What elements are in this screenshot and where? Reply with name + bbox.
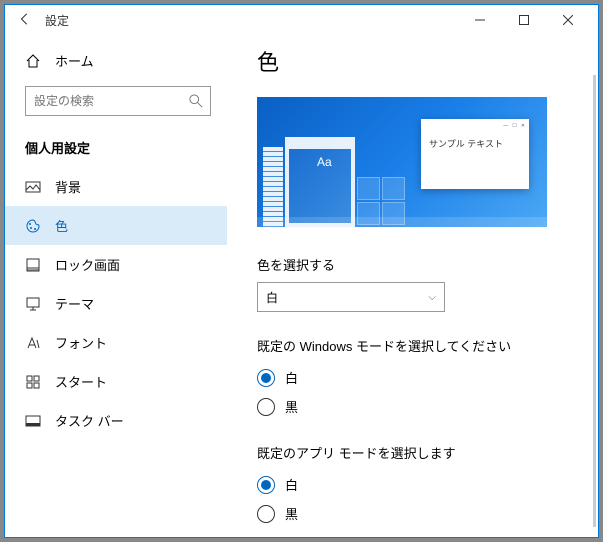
palette-icon [25,218,41,234]
radio-icon [257,398,275,416]
app-mode-dark[interactable]: 黒 [257,499,568,528]
radio-label: 白 [285,368,298,387]
sidebar-item-label: 背景 [55,177,81,196]
sidebar-item-background[interactable]: 背景 [5,167,227,206]
window-title: 設定 [45,12,69,29]
sidebar-item-label: 色 [55,216,68,235]
radio-icon [257,369,275,387]
windows-mode-label: 既定の Windows モードを選択してください [257,336,568,355]
close-button[interactable] [546,5,590,35]
start-icon [25,374,41,390]
sidebar-item-label: フォント [55,333,107,352]
app-mode-group: 白 黒 [257,470,568,528]
back-button[interactable] [13,12,37,29]
app-mode-label: 既定のアプリ モードを選択します [257,443,568,462]
choose-color-label: 色を選択する [257,255,568,274]
sidebar-item-colors[interactable]: 色 [5,206,227,245]
windows-mode-light[interactable]: 白 [257,363,568,392]
sidebar-item-label: テーマ [55,294,94,313]
windows-mode-group: 白 黒 [257,363,568,421]
chevron-down-icon: ⌵ [428,292,436,303]
maximize-button[interactable] [502,5,546,35]
sidebar-home[interactable]: ホーム [5,43,227,78]
radio-icon [257,505,275,523]
sidebar-section-title: 個人用設定 [5,124,227,167]
sidebar-item-label: タスク バー [55,411,124,430]
taskbar-icon [25,413,41,429]
sidebar-item-start[interactable]: スタート [5,362,227,401]
font-icon [25,335,41,351]
search-input[interactable] [25,86,211,116]
sidebar-item-label: ロック画面 [55,255,120,274]
sidebar-item-label: スタート [55,372,107,391]
sidebar-home-label: ホーム [55,51,94,70]
lockscreen-icon [25,257,41,273]
app-mode-light[interactable]: 白 [257,470,568,499]
sidebar-item-lockscreen[interactable]: ロック画面 [5,245,227,284]
sidebar-item-themes[interactable]: テーマ [5,284,227,323]
sidebar: ホーム 個人用設定 背景 色 ロック画面 テーマ [5,35,227,537]
radio-label: 黒 [285,504,298,523]
sidebar-item-taskbar[interactable]: タスク バー [5,401,227,440]
windows-mode-dark[interactable]: 黒 [257,392,568,421]
theme-icon [25,296,41,312]
image-icon [25,179,41,195]
choose-color-select[interactable]: 白 ⌵ [257,282,445,312]
color-preview: Aa —☐✕ サンプル テキスト [257,97,547,227]
preview-aa: Aa [317,155,332,169]
choose-color-value: 白 [266,289,278,306]
radio-icon [257,476,275,494]
preview-window: —☐✕ サンプル テキスト [421,119,529,189]
radio-label: 白 [285,475,298,494]
scrollbar[interactable] [593,75,596,527]
home-icon [25,53,41,69]
preview-sample-text: サンプル テキスト [421,133,529,154]
sidebar-item-fonts[interactable]: フォント [5,323,227,362]
settings-window: 設定 ホーム 個人用設定 背景 色 [4,4,599,538]
radio-label: 黒 [285,397,298,416]
minimize-button[interactable] [458,5,502,35]
page-title: 色 [257,45,568,77]
content: 色 Aa —☐✕ サンプル テキスト 色を選択する 白 ⌵ 既定の Window… [227,35,598,537]
search-icon [189,94,203,108]
titlebar: 設定 [5,5,598,35]
